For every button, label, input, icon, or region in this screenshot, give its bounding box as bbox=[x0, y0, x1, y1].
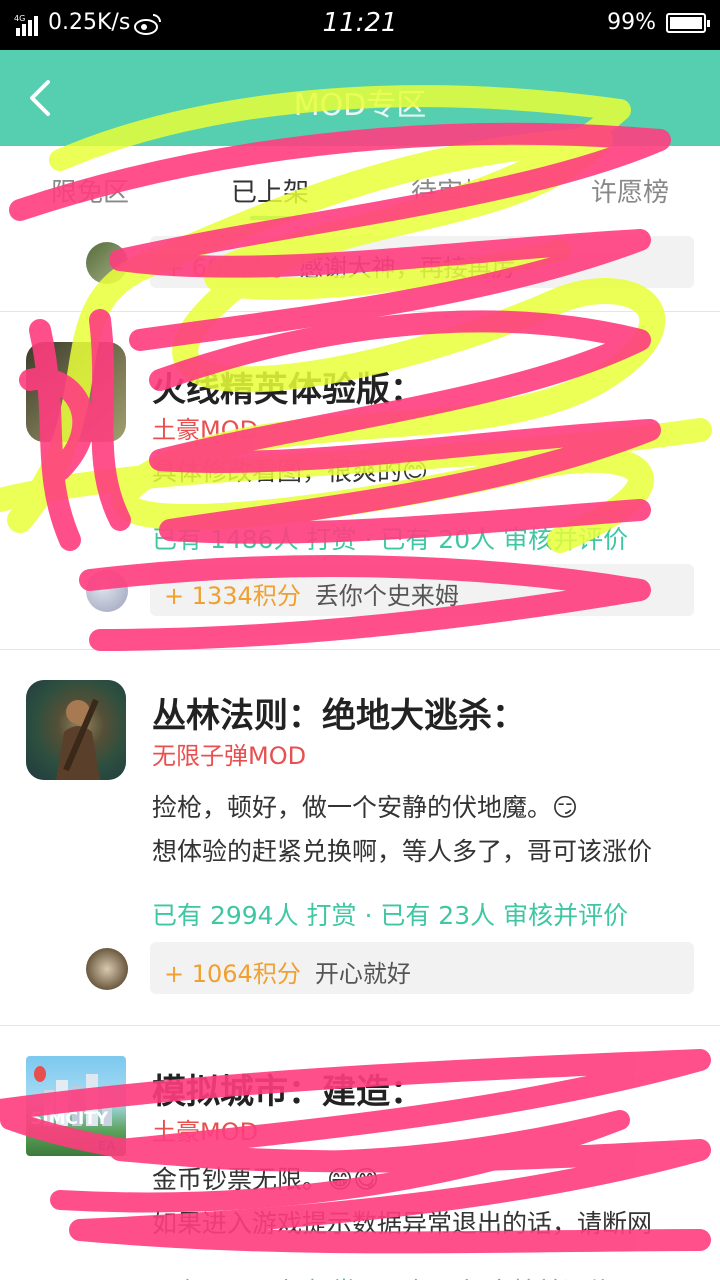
tab-free[interactable]: 限免区 bbox=[0, 146, 180, 230]
game-icon: SIMCITY EA bbox=[26, 1056, 126, 1156]
tab-wishlist[interactable]: 许愿榜 bbox=[540, 146, 720, 230]
description-line: 具体修改看图，很爽的😊 bbox=[152, 457, 429, 486]
list-item[interactable]: SIMCITY EA 模拟城市：建造： 土豪MOD 金币钞票无限。😁😋 如果进入… bbox=[0, 1026, 720, 1280]
reward-row: + 1064积分 开心就好 bbox=[0, 942, 720, 998]
list-item[interactable]: 丛林法则：绝地大逃杀： 无限子弹MOD 捡枪，顿好，做一个安静的伏地魔。😏 想体… bbox=[0, 650, 720, 1026]
avatar[interactable] bbox=[86, 570, 128, 612]
city-icon: SIMCITY EA bbox=[30, 1066, 116, 1153]
mod-feed[interactable]: + 602积分 感谢大神，再接再厉 火线精英体验版： 土豪MOD 具体修改看图，很… bbox=[0, 230, 720, 1280]
mod-type: 土豪MOD bbox=[152, 1118, 259, 1146]
mod-description: 捡枪，顿好，做一个安静的伏地魔。😏 想体验的赶紧兑换啊，等人多了，哥可该涨价 bbox=[152, 786, 680, 874]
avatar[interactable] bbox=[86, 242, 128, 284]
mod-stats: 已有 1840人 打赏 · 已有 9人 审核并评价 bbox=[152, 1272, 612, 1280]
game-icon bbox=[26, 680, 126, 780]
mod-type: 无限子弹MOD bbox=[152, 742, 307, 770]
reward-comment: 开心就好 bbox=[314, 960, 411, 988]
tab-pending[interactable]: 待审核 bbox=[360, 146, 540, 230]
game-title: 丛林法则：绝地大逃杀： bbox=[152, 696, 526, 736]
list-item[interactable]: 火线精英体验版： 土豪MOD 具体修改看图，很爽的😊 已有 1486人 打赏 ·… bbox=[0, 312, 720, 650]
tab-bar: 限免区 已上架 待审核 许愿榜 bbox=[0, 146, 720, 230]
reward-points: + 1064积分 bbox=[164, 960, 301, 988]
list-item[interactable]: + 602积分 感谢大神，再接再厉 bbox=[0, 230, 720, 312]
mod-stats: 已有 1486人 打赏 · 已有 20人 审核并评价 bbox=[152, 525, 629, 554]
warrior-icon bbox=[26, 680, 126, 780]
mod-description: 具体修改看图，很爽的😊 bbox=[152, 450, 680, 494]
icon-text: SIMCITY bbox=[30, 1109, 109, 1129]
game-title: 模拟城市：建造： bbox=[152, 1072, 424, 1112]
app-header: MOD专区 bbox=[0, 50, 720, 146]
reward-row: + 602积分 感谢大神，再接再厉 bbox=[0, 236, 720, 292]
mod-stats: 已有 2994人 打赏 · 已有 23人 审核并评价 bbox=[152, 901, 629, 930]
mod-description: 金币钞票无限。😁😋 如果进入游戏提示数据异常退出的话，请断网 bbox=[152, 1158, 680, 1246]
battery-icon bbox=[666, 13, 710, 33]
reward-comment: 丢你个史来姆 bbox=[314, 582, 459, 610]
page-title: MOD专区 bbox=[293, 88, 427, 123]
description-line: 如果进入游戏提示数据异常退出的话，请断网 bbox=[152, 1209, 653, 1238]
reward-row: + 1334积分 丢你个史来姆 bbox=[0, 564, 720, 620]
avatar[interactable] bbox=[86, 948, 128, 990]
status-bar: 4G 0.25K/s 11:21 99% bbox=[0, 0, 720, 50]
description-line: 捡枪，顿好，做一个安静的伏地魔。😏 bbox=[152, 793, 579, 822]
mod-type: 土豪MOD bbox=[152, 416, 259, 444]
battery-percent: 99% bbox=[607, 10, 656, 35]
reward-points: + 602积分 bbox=[164, 254, 286, 282]
tab-listed[interactable]: 已上架 bbox=[180, 146, 360, 230]
description-line: 金币钞票无限。😁😋 bbox=[152, 1165, 380, 1194]
reward-bubble: + 602积分 感谢大神，再接再厉 bbox=[150, 236, 694, 288]
reward-bubble: + 1064积分 开心就好 bbox=[150, 942, 694, 994]
reward-points: + 1334积分 bbox=[164, 582, 301, 610]
icon-brand: EA bbox=[98, 1139, 116, 1153]
reward-comment: 感谢大神，再接再厉 bbox=[299, 254, 516, 282]
reward-bubble: + 1334积分 丢你个史来姆 bbox=[150, 564, 694, 616]
description-line: 想体验的赶紧兑换啊，等人多了，哥可该涨价 bbox=[152, 837, 653, 866]
game-title: 火线精英体验版： bbox=[152, 370, 424, 410]
game-icon bbox=[26, 342, 126, 442]
